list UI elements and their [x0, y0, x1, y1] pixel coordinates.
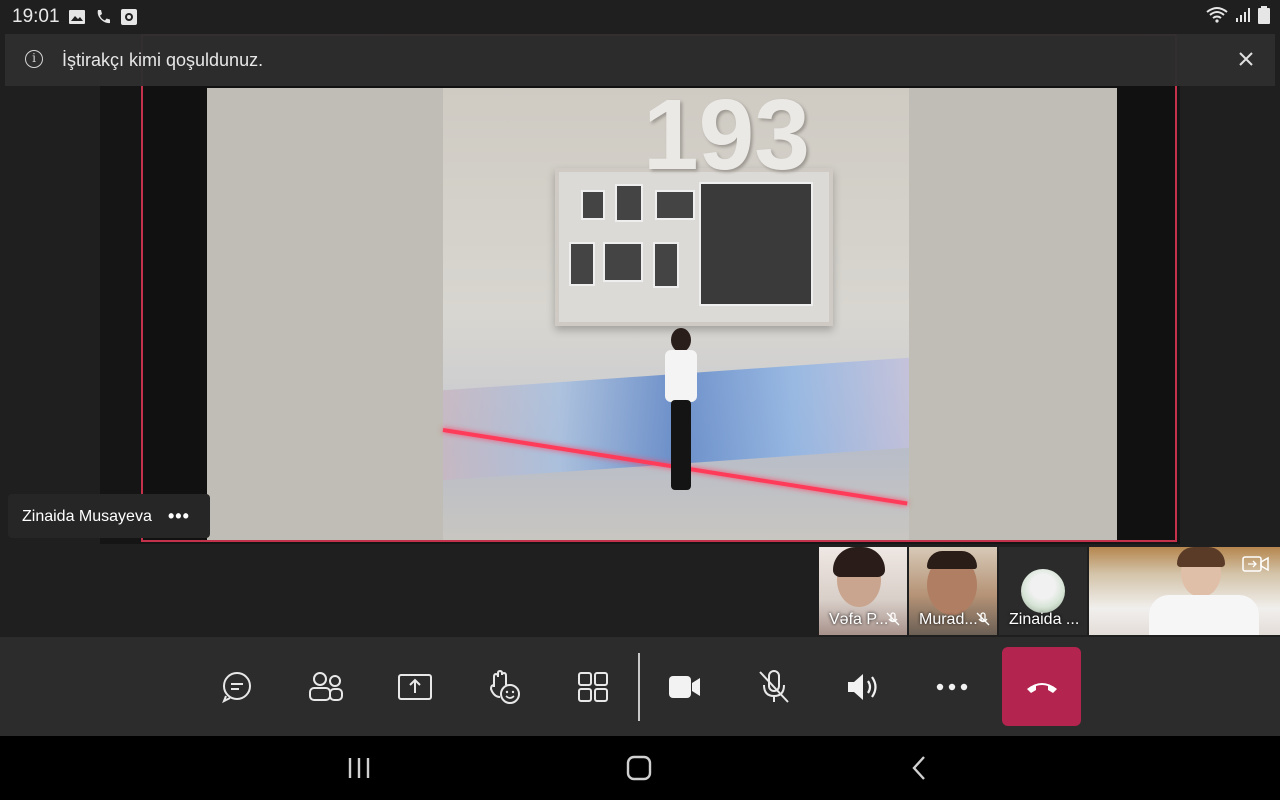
camera-icon — [669, 676, 700, 698]
participant-hair — [833, 547, 885, 577]
image-icon — [69, 10, 85, 24]
participant-tile[interactable]: Zinaida ... — [999, 547, 1087, 635]
more-icon — [936, 683, 968, 691]
screen-record-icon — [121, 9, 137, 25]
self-hair — [1177, 547, 1225, 567]
camera-button[interactable] — [665, 667, 705, 707]
raise-hand-icon — [489, 669, 520, 704]
mic-button[interactable] — [754, 667, 794, 707]
speaker-button[interactable] — [843, 667, 883, 707]
chat-icon — [222, 672, 251, 704]
portrait-small — [581, 190, 605, 220]
shared-video: 193 — [207, 79, 1117, 540]
call-controls-bar — [0, 637, 1280, 736]
presenter-name: Zinaida Musayeva — [22, 508, 152, 525]
participant-name: Vəfa P... — [829, 611, 889, 628]
participant-name: Zinaida ... — [1009, 611, 1080, 628]
portrait-small — [615, 184, 643, 222]
layout-icon — [578, 672, 608, 702]
presentation-photo: 193 — [442, 79, 909, 540]
participant-tile[interactable]: Vəfa P... — [819, 547, 907, 635]
recent-apps-button[interactable] — [344, 754, 374, 782]
speaker-icon — [848, 674, 877, 700]
portrait-small — [653, 242, 679, 288]
back-button[interactable] — [904, 754, 934, 782]
mic-off-icon — [759, 670, 789, 703]
mic-muted-icon — [976, 612, 990, 626]
more-options-button[interactable] — [932, 667, 972, 707]
wall-number-text: 193 — [643, 79, 810, 191]
presenter-figure — [663, 328, 699, 498]
portrait-small — [569, 242, 595, 286]
share-button[interactable] — [395, 667, 435, 707]
portrait-large — [699, 182, 813, 306]
recents-icon — [348, 758, 370, 778]
presenter-name-tag: Zinaida Musayeva ••• — [8, 494, 210, 538]
participant-name: Murad... — [919, 611, 978, 628]
status-time: 19:01 — [12, 6, 60, 27]
participant-hair — [927, 551, 977, 569]
info-icon: i — [25, 50, 43, 68]
people-icon — [309, 672, 343, 701]
presenter-more-button[interactable]: ••• — [168, 506, 190, 527]
layout-button[interactable] — [573, 667, 613, 707]
close-icon[interactable] — [1235, 48, 1257, 70]
participant-tile[interactable]: Murad... — [909, 547, 997, 635]
home-button[interactable] — [624, 754, 654, 782]
shared-video-frame[interactable]: 193 — [141, 34, 1177, 542]
chat-button[interactable] — [217, 667, 257, 707]
wifi-icon — [1206, 7, 1228, 23]
system-nav-bar — [0, 736, 1280, 800]
notification-text: İştirakçı kimi qoşuldunuz. — [62, 50, 264, 70]
self-shirt — [1149, 595, 1259, 635]
portrait-small — [603, 242, 643, 282]
status-bar: 19:01 — [0, 0, 1280, 34]
home-icon — [626, 755, 652, 781]
mic-muted-icon — [886, 612, 900, 626]
share-icon — [398, 674, 432, 700]
participant-avatar — [1021, 569, 1065, 613]
battery-icon — [1258, 6, 1270, 24]
controls-divider — [638, 653, 640, 721]
switch-camera-icon[interactable] — [1242, 553, 1270, 575]
hangup-icon — [1026, 682, 1057, 693]
joined-notification: i İştirakçı kimi qoşuldunuz. — [5, 34, 1275, 86]
self-video-tile[interactable] — [1089, 547, 1280, 635]
phone-icon — [97, 10, 110, 24]
participants-button[interactable] — [306, 667, 346, 707]
react-button[interactable] — [484, 667, 524, 707]
signal-icon — [1236, 8, 1250, 22]
portrait-small — [655, 190, 695, 220]
hangup-button[interactable] — [1002, 647, 1081, 726]
back-icon — [912, 756, 925, 780]
